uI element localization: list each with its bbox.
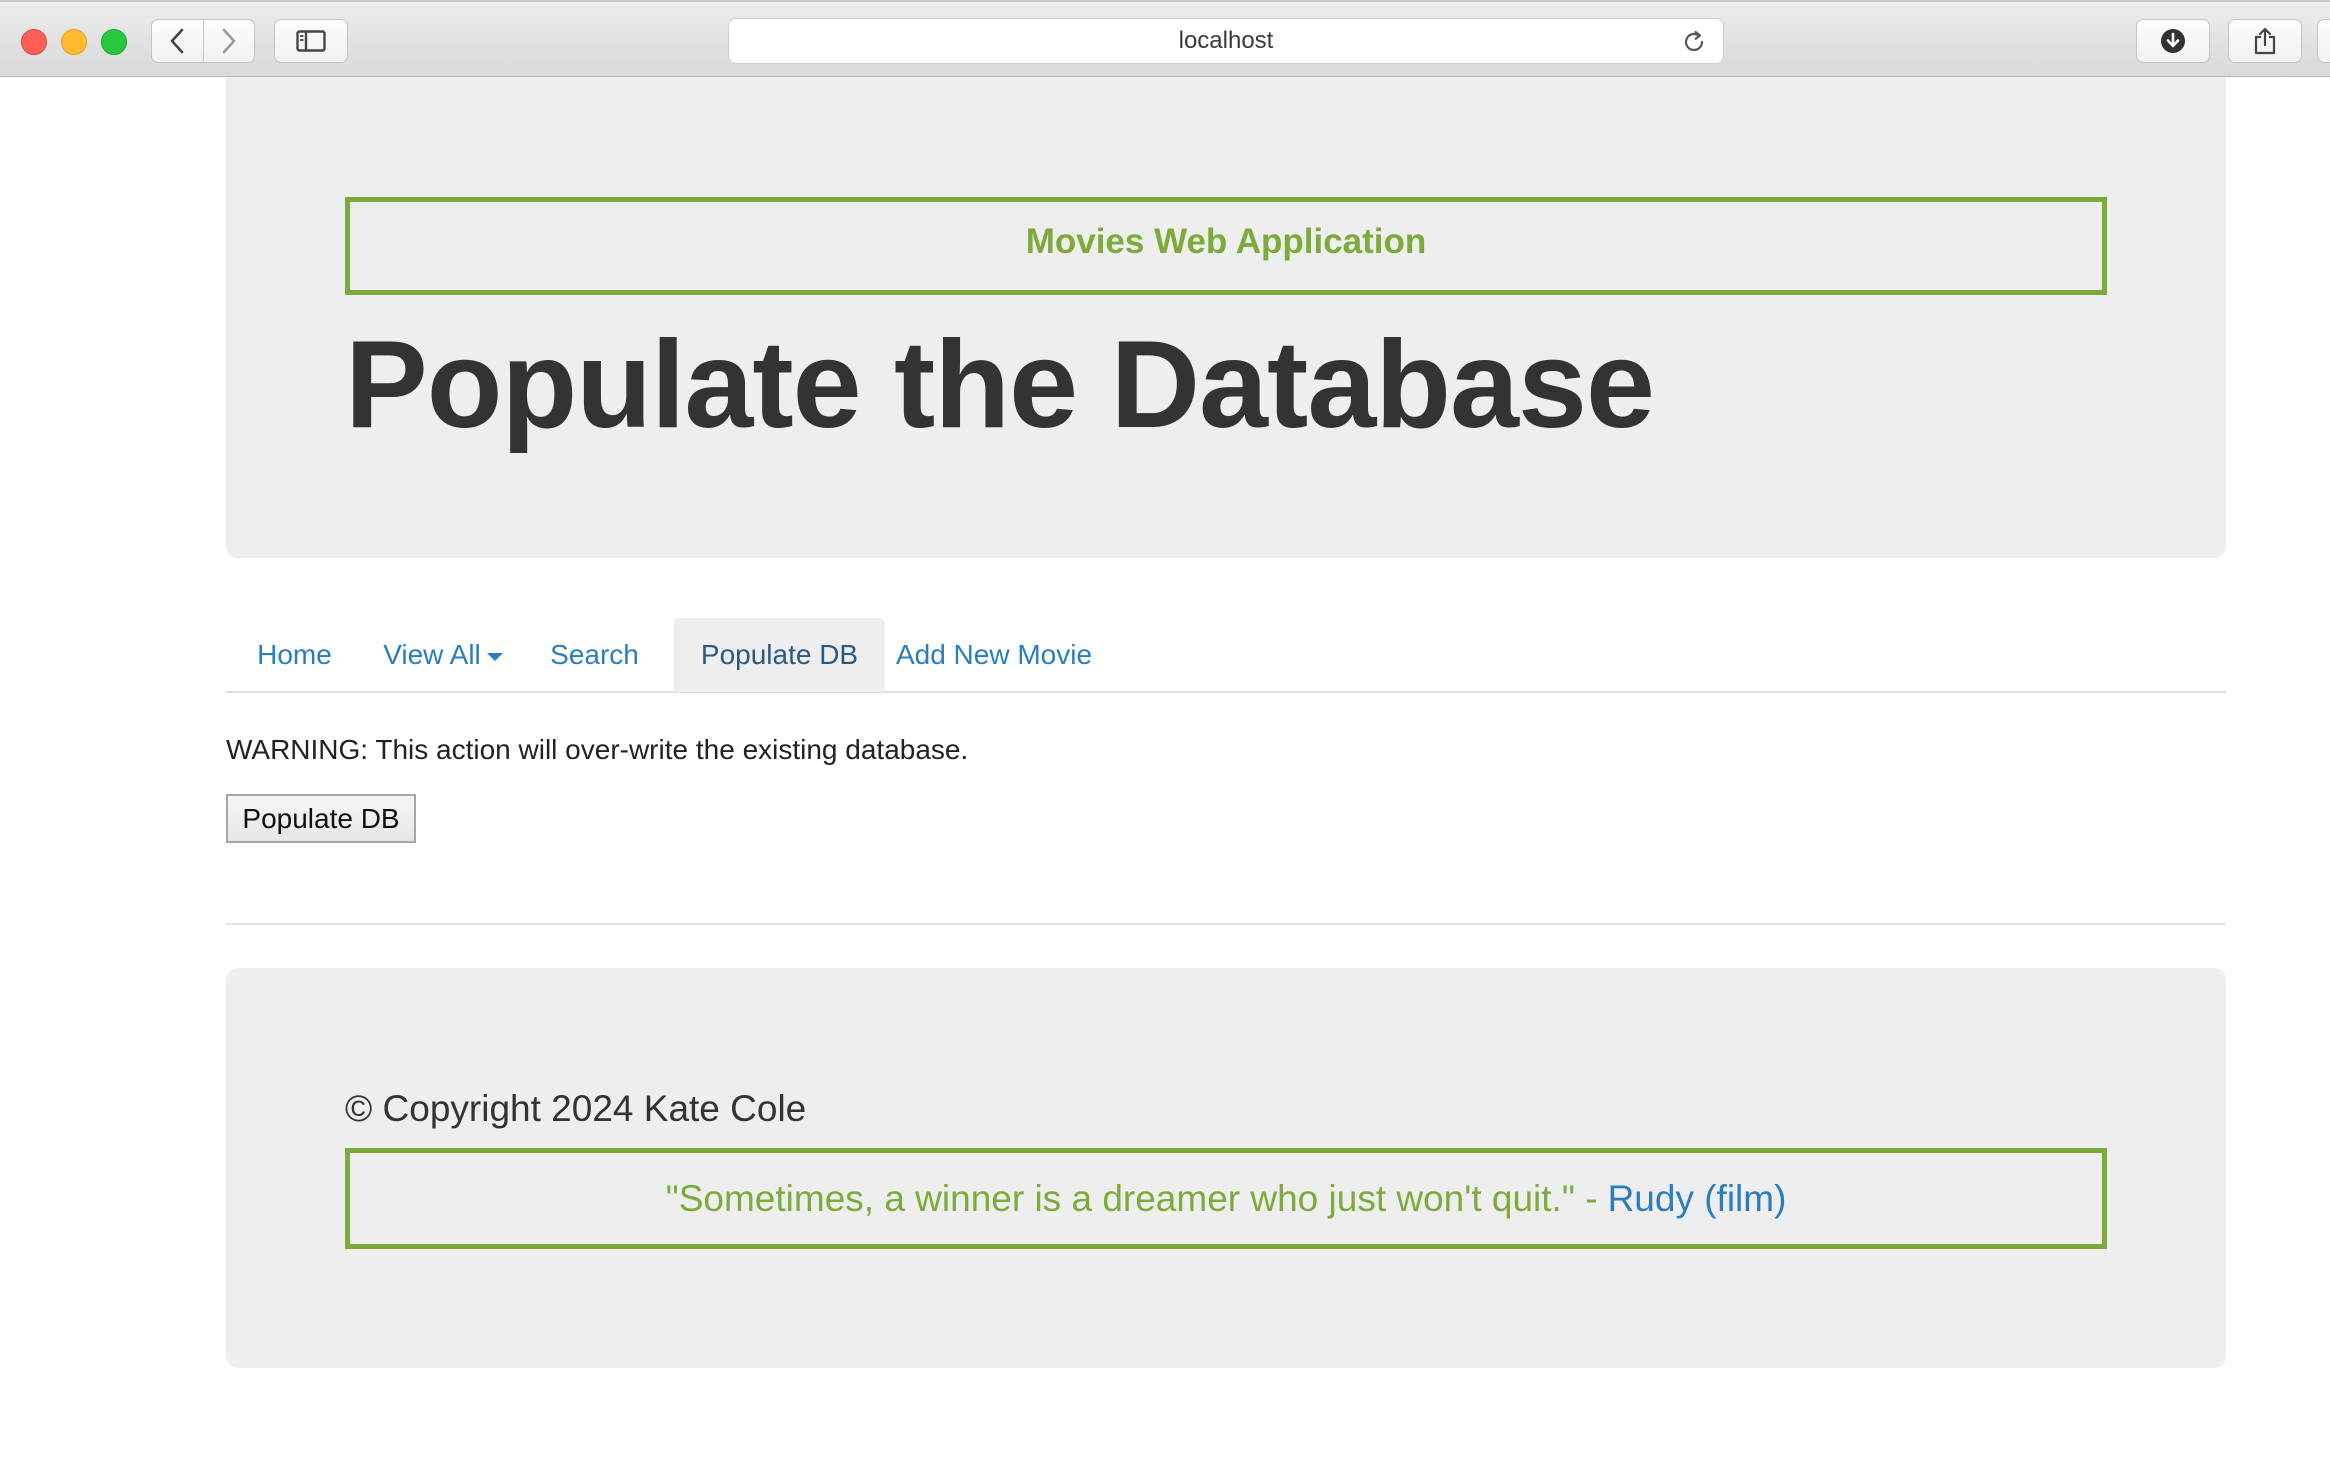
tab-view-all[interactable]: View All — [363, 618, 523, 692]
back-button[interactable] — [152, 20, 203, 62]
share-icon — [2252, 26, 2278, 56]
nav-tabs: Home View All Search Populate DB Add New… — [226, 618, 2226, 693]
tab-add-new-movie-label: Add New Movie — [895, 639, 1093, 670]
forward-button[interactable] — [202, 20, 255, 62]
caret-down-icon — [486, 653, 503, 661]
download-button[interactable] — [2136, 19, 2210, 63]
tab-view-all-label: View All — [383, 639, 481, 670]
tab-populate-db-label: Populate DB — [700, 639, 859, 670]
window-minimize-button[interactable] — [61, 29, 87, 55]
quote-banner: "Sometimes, a winner is a dreamer who ju… — [345, 1148, 2107, 1249]
history-nav-group — [151, 19, 255, 63]
window-maximize-button[interactable] — [101, 29, 127, 55]
tab-add-new-movie[interactable]: Add New Movie — [885, 618, 1103, 692]
sidebar-icon — [296, 30, 326, 52]
tab-overview-button[interactable] — [2317, 19, 2330, 63]
sidebar-toggle-button[interactable] — [274, 19, 348, 63]
share-button[interactable] — [2228, 19, 2302, 63]
address-url: localhost — [1178, 27, 1274, 54]
address-bar[interactable]: localhost — [728, 18, 1724, 64]
quote-text: "Sometimes, a winner is a dreamer who ju… — [665, 1177, 1598, 1219]
populate-db-button[interactable]: Populate DB — [226, 794, 416, 843]
app-title: Movies Web Application — [1025, 222, 1427, 261]
tab-search[interactable]: Search — [523, 618, 666, 692]
tab-home[interactable]: Home — [226, 618, 363, 692]
warning-message: WARNING: This action will over-write the… — [226, 734, 969, 765]
tab-home-label: Home — [257, 639, 332, 670]
copyright-text: © Copyright 2024 Kate Cole — [345, 1088, 807, 1129]
chevron-right-icon — [221, 28, 237, 54]
tab-populate-db[interactable]: Populate DB — [674, 618, 885, 692]
footer: © Copyright 2024 Kate Cole "Sometimes, a… — [226, 968, 2226, 1368]
browser-toolbar: localhost — [0, 0, 2330, 77]
reload-icon[interactable] — [1681, 29, 1707, 60]
quote-source-link[interactable]: Rudy (film) — [1608, 1178, 1787, 1220]
page-title: Populate the Database — [345, 316, 1655, 454]
page-header: Movies Web Application Populate the Data… — [226, 77, 2226, 558]
app-title-banner: Movies Web Application — [345, 197, 2107, 295]
chevron-left-icon — [169, 28, 185, 54]
tab-search-label: Search — [550, 639, 639, 670]
window-close-button[interactable] — [21, 29, 47, 55]
download-icon — [2159, 27, 2187, 55]
divider — [226, 923, 2226, 925]
